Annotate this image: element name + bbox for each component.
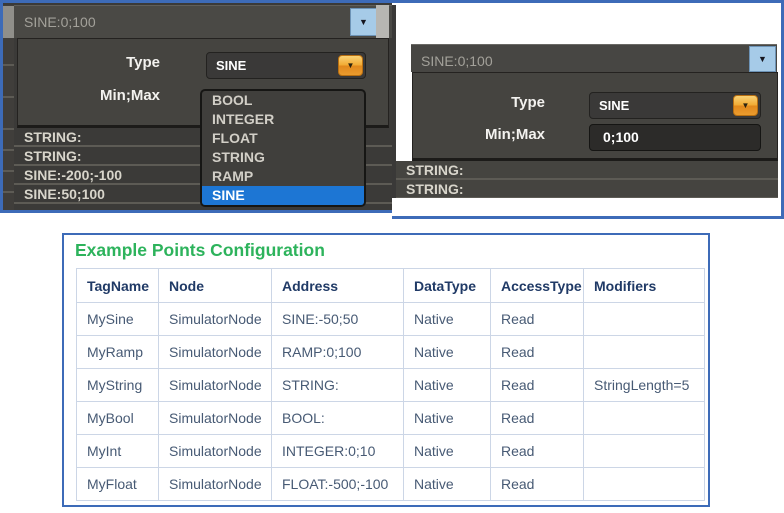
grid-cell-address[interactable]: STRING:	[396, 180, 778, 198]
cell-address: RAMP:0;100	[272, 336, 404, 369]
table-row: MyRamp SimulatorNode RAMP:0;100 Native R…	[77, 336, 705, 369]
type-combobox[interactable]: SINE ▼	[206, 52, 366, 79]
row-separator	[3, 170, 14, 172]
address-combo-open-screenshot: SINE:0;100 ▼ Type SINE ▼ Min;Max BOOL IN…	[0, 0, 392, 213]
address-combo-display-row[interactable]: SINE:0;100 ▼	[411, 44, 777, 72]
points-configuration-table: TagName Node Address DataType AccessType…	[76, 268, 705, 501]
cell-datatype: Native	[404, 303, 491, 336]
row-separator	[3, 64, 14, 66]
cell-tagname: MyString	[77, 369, 159, 402]
combo-dropdown-button[interactable]: ▼	[749, 46, 776, 72]
row-separator	[3, 128, 14, 130]
minmax-input-value: 0;100	[603, 125, 639, 150]
column-header-tagname: TagName	[77, 269, 159, 303]
minmax-editor-screenshot: SINE:0;100 ▼ Type SINE ▼ Min;Max 0;100 S…	[392, 0, 784, 219]
cell-address: INTEGER:0;10	[272, 435, 404, 468]
cell-datatype: Native	[404, 336, 491, 369]
table-row: MyString SimulatorNode STRING: Native Re…	[77, 369, 705, 402]
cell-node: SimulatorNode	[159, 435, 272, 468]
row-separator	[3, 191, 14, 193]
grid-scrollbar-track[interactable]	[376, 5, 389, 38]
cell-datatype: Native	[404, 402, 491, 435]
cell-address: BOOL:	[272, 402, 404, 435]
cell-accesstype: Read	[491, 369, 584, 402]
column-header-address: Address	[272, 269, 404, 303]
column-header-modifiers: Modifiers	[584, 269, 705, 303]
cell-accesstype: Read	[491, 435, 584, 468]
grid-cell-address[interactable]: STRING:	[396, 161, 778, 180]
cell-tagname: MySine	[77, 303, 159, 336]
address-combo-value: SINE:0;100	[24, 6, 96, 38]
table-row: MySine SimulatorNode SINE:-50;50 Native …	[77, 303, 705, 336]
cell-modifiers	[584, 402, 705, 435]
type-combobox[interactable]: SINE ▼	[589, 92, 761, 119]
type-option-ramp[interactable]: RAMP	[202, 167, 364, 186]
cell-modifiers: StringLength=5	[584, 369, 705, 402]
type-option-string[interactable]: STRING	[202, 148, 364, 167]
cell-node: SimulatorNode	[159, 369, 272, 402]
cell-datatype: Native	[404, 369, 491, 402]
cell-accesstype: Read	[491, 303, 584, 336]
column-header-datatype: DataType	[404, 269, 491, 303]
type-option-bool[interactable]: BOOL	[202, 91, 364, 110]
column-header-node: Node	[159, 269, 272, 303]
cell-accesstype: Read	[491, 336, 584, 369]
combo-dropdown-button[interactable]: ▼	[350, 8, 377, 36]
dropdown-arrow-icon: ▼	[347, 61, 355, 70]
type-combobox-open-button[interactable]: ▼	[733, 95, 758, 116]
cell-node: SimulatorNode	[159, 402, 272, 435]
cell-node: SimulatorNode	[159, 303, 272, 336]
type-label: Type	[435, 94, 545, 111]
table-header-row: TagName Node Address DataType AccessType…	[77, 269, 705, 303]
dropdown-arrow-icon: ▼	[742, 101, 750, 110]
cell-node: SimulatorNode	[159, 468, 272, 501]
cell-modifiers	[584, 435, 705, 468]
cell-tagname: MyInt	[77, 435, 159, 468]
cell-address: FLOAT:-500;-100	[272, 468, 404, 501]
type-dropdown-list: BOOL INTEGER FLOAT STRING RAMP SINE	[200, 89, 366, 207]
row-separator	[3, 96, 14, 98]
cell-address: SINE:-50;50	[272, 303, 404, 336]
cell-address: STRING:	[272, 369, 404, 402]
dropdown-arrow-icon: ▼	[758, 54, 767, 64]
cell-modifiers	[584, 303, 705, 336]
grid-rows: STRING: STRING:	[396, 161, 778, 198]
type-combobox-open-button[interactable]: ▼	[338, 55, 363, 76]
cell-tagname: MyRamp	[77, 336, 159, 369]
type-option-sine[interactable]: SINE	[202, 186, 364, 205]
column-header-accesstype: AccessType	[491, 269, 584, 303]
screenshot-stage: SINE:0;100 ▼ Type SINE ▼ Min;Max BOOL IN…	[0, 0, 784, 513]
minmax-label: Min;Max	[435, 126, 545, 143]
minmax-label: Min;Max	[50, 87, 160, 104]
type-combobox-value: SINE	[599, 93, 629, 118]
cell-modifiers	[584, 468, 705, 501]
cell-datatype: Native	[404, 435, 491, 468]
minmax-input[interactable]: 0;100	[589, 124, 761, 151]
cell-modifiers	[584, 336, 705, 369]
selected-row-indicator	[3, 6, 14, 38]
panel-title: Example Points Configuration	[75, 240, 325, 261]
cell-node: SimulatorNode	[159, 336, 272, 369]
table-row: MyInt SimulatorNode INTEGER:0;10 Native …	[77, 435, 705, 468]
row-separator	[3, 149, 14, 151]
type-option-integer[interactable]: INTEGER	[202, 110, 364, 129]
type-option-float[interactable]: FLOAT	[202, 129, 364, 148]
type-label: Type	[50, 54, 160, 71]
example-points-configuration-panel: Example Points Configuration TagName Nod…	[62, 233, 710, 507]
cell-datatype: Native	[404, 468, 491, 501]
cell-tagname: MyBool	[77, 402, 159, 435]
address-editor-popup: Type SINE ▼ Min;Max 0;100	[412, 72, 778, 161]
cell-accesstype: Read	[491, 468, 584, 501]
table-row: MyBool SimulatorNode BOOL: Native Read	[77, 402, 705, 435]
cell-tagname: MyFloat	[77, 468, 159, 501]
dropdown-arrow-icon: ▼	[359, 17, 368, 27]
grid-row-header-strip	[3, 5, 14, 210]
cell-accesstype: Read	[491, 402, 584, 435]
type-combobox-value: SINE	[216, 53, 246, 78]
address-combo-display-row[interactable]: SINE:0;100 ▼	[14, 5, 392, 38]
table-row: MyFloat SimulatorNode FLOAT:-500;-100 Na…	[77, 468, 705, 501]
